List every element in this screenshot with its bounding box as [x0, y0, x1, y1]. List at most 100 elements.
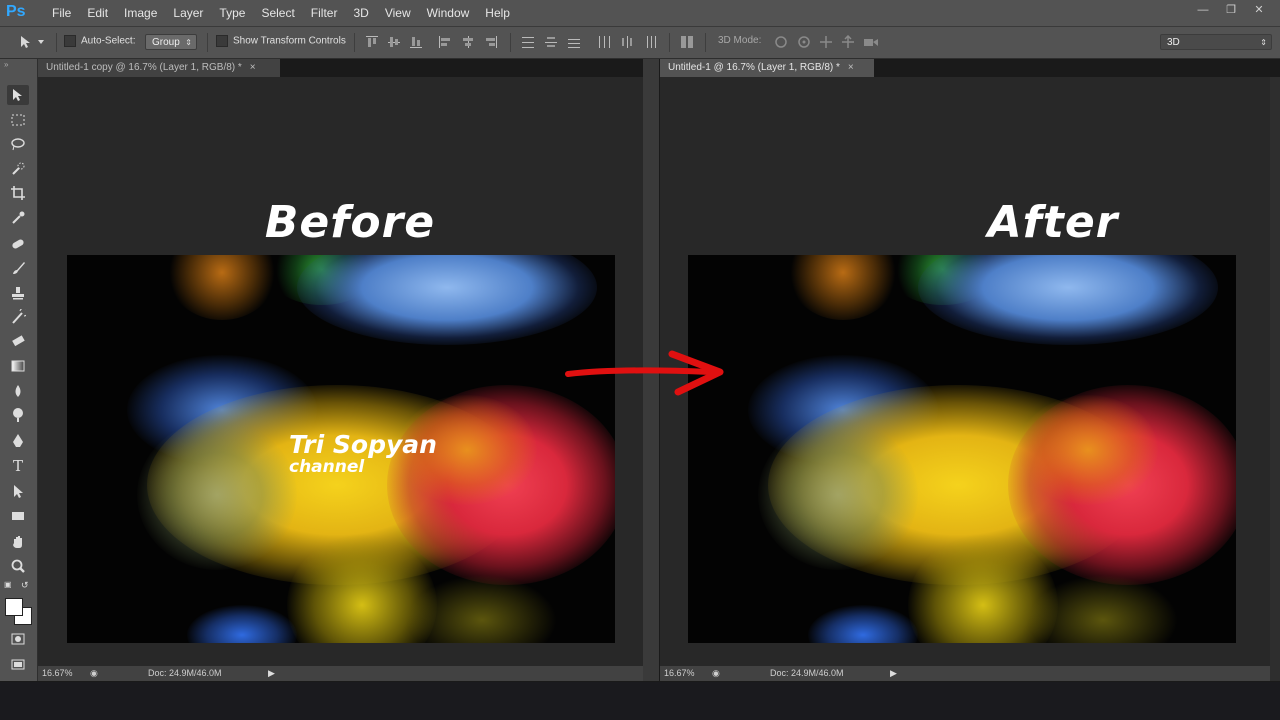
- crop-tool-icon[interactable]: [7, 183, 29, 203]
- 3d-rotate-icon[interactable]: [772, 35, 790, 49]
- menu-help[interactable]: Help: [477, 0, 518, 26]
- status-menu-arrow-icon[interactable]: ▶: [890, 666, 897, 681]
- default-colors-icon[interactable]: ▣: [4, 580, 12, 589]
- tab-title: Untitled-1 @ 16.7% (Layer 1, RGB/8) *: [668, 62, 840, 73]
- auto-select-checkbox[interactable]: Auto-Select:: [64, 35, 135, 47]
- workspace-dropdown[interactable]: 3D ⇕: [1160, 34, 1272, 50]
- healing-brush-tool-icon[interactable]: [7, 234, 29, 254]
- doc-size-info: Doc: 24.9M/46.0M: [148, 668, 222, 678]
- menu-image[interactable]: Image: [116, 0, 165, 26]
- zoom-tool-icon[interactable]: [7, 556, 29, 576]
- close-icon[interactable]: ×: [250, 59, 256, 77]
- dodge-tool-icon[interactable]: [7, 405, 29, 425]
- status-menu-arrow-icon[interactable]: ▶: [268, 666, 275, 681]
- status-bar-after: 16.67% ◉ Doc: 24.9M/46.0M ▶: [660, 666, 1270, 681]
- close-icon[interactable]: ×: [848, 59, 854, 77]
- zoom-level[interactable]: 16.67%: [664, 666, 695, 681]
- lasso-tool-icon[interactable]: [7, 134, 29, 154]
- rectangle-tool-icon[interactable]: [7, 506, 29, 526]
- gradient-tool-icon[interactable]: [7, 356, 29, 376]
- red-arrow-icon: [565, 350, 724, 396]
- align-bottom-icon[interactable]: [409, 35, 423, 49]
- brush-tool-icon[interactable]: [7, 258, 29, 278]
- menu-type[interactable]: Type: [211, 0, 253, 26]
- menu-3d[interactable]: 3D: [345, 0, 376, 26]
- taskbar-area: [0, 682, 1280, 720]
- tab-title: Untitled-1 copy @ 16.7% (Layer 1, RGB/8)…: [46, 62, 242, 73]
- banner-title: After: [987, 197, 1119, 248]
- menu-file[interactable]: File: [44, 0, 79, 26]
- align-left-icon[interactable]: [438, 35, 452, 49]
- foreground-color-swatch[interactable]: [5, 598, 23, 616]
- blur-tool-icon[interactable]: [7, 381, 29, 401]
- photoshop-logo: Ps: [6, 3, 26, 20]
- show-transform-checkbox[interactable]: Show Transform Controls: [216, 35, 346, 47]
- eyedropper-tool-icon[interactable]: [7, 208, 29, 228]
- show-transform-label: Show Transform Controls: [233, 35, 346, 47]
- move-tool-icon[interactable]: [7, 85, 29, 105]
- screen-mode-icon[interactable]: [7, 654, 29, 674]
- workspace-value: 3D: [1167, 37, 1180, 48]
- window-controls: — ❐ ✕: [1190, 2, 1272, 18]
- distribute-vcenter-icon[interactable]: [544, 35, 558, 49]
- menu-edit[interactable]: Edit: [79, 0, 116, 26]
- menu-view[interactable]: View: [377, 0, 419, 26]
- 3d-drag-icon[interactable]: [818, 35, 834, 49]
- menu-items: File Edit Image Layer Type Select Filter…: [44, 0, 518, 26]
- 3d-scale-icon[interactable]: [862, 35, 880, 49]
- distribute-hcenter-icon[interactable]: [620, 35, 634, 49]
- 3d-mode-label: 3D Mode:: [718, 35, 762, 46]
- auto-select-value: Group: [152, 37, 180, 48]
- status-info-icon[interactable]: ◉: [712, 666, 720, 681]
- tab-untitled-1[interactable]: Untitled-1 @ 16.7% (Layer 1, RGB/8) * ×: [660, 59, 874, 77]
- menu-select[interactable]: Select: [253, 0, 302, 26]
- auto-align-layers-icon[interactable]: [680, 35, 694, 49]
- 3d-slide-icon[interactable]: [840, 35, 856, 49]
- doc-size-info: Doc: 24.9M/46.0M: [770, 668, 844, 678]
- quick-mask-icon[interactable]: [7, 629, 29, 649]
- align-hcenter-icon[interactable]: [461, 35, 475, 49]
- distribute-bottom-icon[interactable]: [567, 35, 581, 49]
- restore-icon[interactable]: ❐: [1218, 2, 1244, 18]
- distribute-left-icon[interactable]: [597, 35, 611, 49]
- pen-tool-icon[interactable]: [7, 431, 29, 451]
- document-canvas-before[interactable]: Before Tri Sopyan channel: [38, 77, 643, 666]
- distribute-top-icon[interactable]: [521, 35, 535, 49]
- swap-colors-icon[interactable]: ↺: [21, 580, 29, 591]
- options-bar: Auto-Select: Group ⇕ Show Transform Cont…: [0, 27, 1280, 59]
- distribute-right-icon[interactable]: [643, 35, 657, 49]
- history-brush-tool-icon[interactable]: [7, 307, 29, 327]
- tab-untitled-1-copy[interactable]: Untitled-1 copy @ 16.7% (Layer 1, RGB/8)…: [38, 59, 280, 77]
- close-icon[interactable]: ✕: [1246, 2, 1272, 18]
- menu-window[interactable]: Window: [419, 0, 478, 26]
- type-tool-icon[interactable]: T: [7, 456, 29, 476]
- vertical-scrollbar[interactable]: [1270, 77, 1280, 681]
- align-right-icon[interactable]: [484, 35, 498, 49]
- channel-watermark: Tri Sopyan channel: [289, 430, 437, 477]
- watermark-line-1: Tri Sopyan: [289, 430, 437, 459]
- dropdown-arrow-icon: ⇕: [1260, 38, 1267, 47]
- move-tool-preset-icon[interactable]: [16, 33, 46, 56]
- align-top-icon[interactable]: [365, 35, 379, 49]
- powder-explosion-photo: Tri Sopyan channel: [67, 255, 615, 643]
- status-info-icon[interactable]: ◉: [90, 666, 98, 681]
- document-canvas-after[interactable]: After: [660, 77, 1270, 666]
- status-bar-before: 16.67% ◉ Doc: 24.9M/46.0M ▶: [38, 666, 643, 681]
- menu-layer[interactable]: Layer: [165, 0, 211, 26]
- minimize-icon[interactable]: —: [1190, 2, 1216, 18]
- align-vcenter-icon[interactable]: [387, 35, 401, 49]
- marquee-tool-icon[interactable]: [7, 110, 29, 130]
- panel-collapse-icon[interactable]: »: [4, 60, 8, 69]
- clone-stamp-tool-icon[interactable]: [7, 283, 29, 303]
- auto-select-label: Auto-Select:: [81, 35, 136, 47]
- menu-filter[interactable]: Filter: [303, 0, 346, 26]
- menu-bar: Ps File Edit Image Layer Type Select Fil…: [0, 0, 1280, 27]
- eraser-tool-icon[interactable]: [7, 331, 29, 351]
- quick-select-tool-icon[interactable]: [7, 159, 29, 179]
- hand-tool-icon[interactable]: [7, 532, 29, 552]
- tools-panel: » T ▣ ↺: [0, 59, 38, 681]
- auto-select-dropdown[interactable]: Group ⇕: [145, 34, 197, 50]
- 3d-roll-icon[interactable]: [796, 35, 812, 49]
- zoom-level[interactable]: 16.67%: [42, 666, 73, 681]
- path-select-tool-icon[interactable]: [7, 481, 29, 501]
